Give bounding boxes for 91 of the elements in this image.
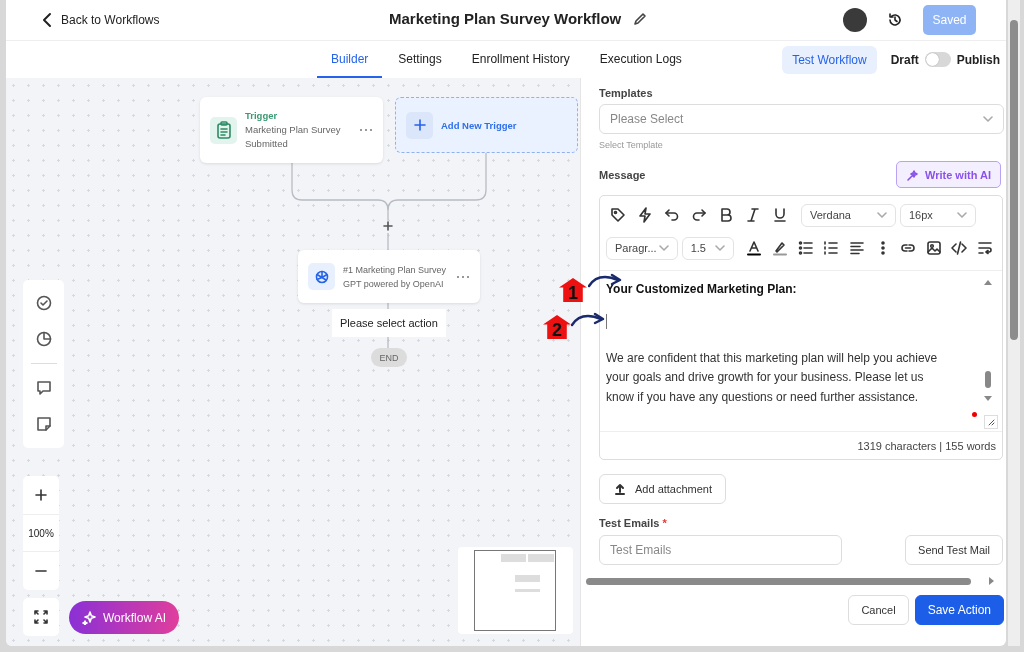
trigger-text: Marketing Plan Survey Submitted (245, 123, 342, 151)
publish-toggle[interactable] (924, 52, 951, 67)
add-trigger-node[interactable]: Add New Trigger (395, 97, 578, 153)
note-icon (35, 416, 52, 432)
undo-icon (663, 207, 680, 223)
pencil-icon (633, 11, 648, 26)
chevron-left-icon (42, 12, 52, 28)
curved-arrow-icon (571, 311, 607, 327)
field-label: Test Emails * (599, 517, 668, 529)
toggle-label: Draft (890, 52, 919, 67)
highlight-icon (771, 240, 788, 256)
up-arrow-icon (983, 279, 993, 285)
more-icon (880, 241, 885, 255)
add-trigger-label: Add New Trigger (441, 119, 517, 131)
field-label: Message (599, 168, 646, 181)
align-icon (848, 240, 865, 256)
plus-icon (383, 221, 393, 231)
trigger-node[interactable]: Trigger Marketing Plan Survey Submitted (200, 97, 383, 163)
chevron-down-icon (983, 116, 993, 122)
line-height-select[interactable]: 1.5 (681, 236, 734, 260)
font-size-select[interactable]: 16px (900, 203, 976, 227)
tab[interactable]: Enrollment History (457, 41, 584, 78)
italic-icon (744, 207, 761, 223)
scrollbar-thumb[interactable] (985, 371, 991, 388)
avatar[interactable] (843, 8, 867, 32)
redo-icon (690, 207, 707, 223)
wrap-icon (977, 240, 994, 256)
comment-icon (35, 380, 52, 396)
action-node[interactable]: #1 Marketing Plan Survey GPT powered by OpenAI (298, 250, 480, 303)
clipboard-icon (215, 121, 232, 139)
test-emails-field[interactable]: Test Emails (599, 535, 842, 565)
workflow-ai-button[interactable]: Workflow AI (69, 601, 179, 634)
pie-chart-icon (35, 331, 52, 347)
magic-wand-icon (906, 167, 920, 182)
status-dot (972, 412, 977, 417)
chevron-down-icon (714, 245, 725, 251)
down-arrow-icon (983, 396, 993, 402)
trigger-label: Trigger (245, 109, 279, 123)
toggle-label: Publish (956, 52, 1000, 67)
chevron-down-icon (877, 212, 887, 218)
resize-icon (987, 418, 995, 426)
cancel-button[interactable]: Cancel (848, 595, 909, 625)
action-subtitle: GPT powered by OpenAI (343, 277, 445, 291)
underline-icon (771, 207, 788, 223)
write-with-ai-button[interactable]: Write with AI (896, 161, 1001, 188)
font-select[interactable]: Verdana (801, 203, 896, 227)
message-paragraph: We are confident that this marketing plan will help you achieve your goals and drive growth for your business. Please let us know if you have any questions or need further assistance. (606, 349, 939, 406)
action-title: #1 Marketing Plan Survey (343, 263, 448, 277)
send-test-mail-button[interactable]: Send Test Mail (905, 535, 1003, 565)
upload-icon (614, 483, 626, 495)
right-arrow-icon (989, 576, 995, 586)
check-circle-icon (35, 295, 52, 311)
code-icon (951, 240, 968, 256)
required-mark: * (662, 517, 667, 529)
text-cursor (606, 313, 607, 329)
more-icon (359, 128, 373, 132)
test-workflow-button[interactable]: Test Workflow (782, 45, 877, 74)
template-select[interactable]: Please Select (599, 104, 1004, 134)
lightning-icon (636, 207, 653, 223)
bullet-list-icon (797, 240, 814, 256)
back-link[interactable]: Back to Workflows (42, 12, 160, 28)
add-attachment-button[interactable]: Add attachment (599, 474, 726, 504)
plus-icon (35, 489, 47, 501)
resize-handle[interactable] (984, 415, 998, 429)
save-action-button[interactable]: Save Action (914, 595, 1004, 625)
fit-view-button[interactable] (23, 598, 59, 636)
minimap[interactable] (458, 547, 573, 634)
message-heading: Your Customized Marketing Plan: (606, 281, 798, 298)
sparkle-icon (81, 610, 96, 625)
end-node: END (371, 348, 407, 367)
more-icon (456, 274, 470, 279)
text-color-icon (746, 240, 763, 256)
tab[interactable]: Settings (384, 41, 456, 78)
scrollbar[interactable] (1008, 0, 1020, 646)
expand-icon (34, 610, 48, 624)
character-count: 1319 characters | 155 words (600, 431, 1002, 459)
zoom-level: 100% (23, 514, 59, 552)
field-hint: Select Template (599, 140, 664, 150)
knot-icon (313, 268, 330, 285)
block-format-select[interactable]: Paragr... (606, 236, 678, 260)
tag-icon (609, 207, 626, 223)
history-icon (887, 12, 903, 28)
field-label: Templates (599, 87, 654, 99)
action-placeholder[interactable]: Please select action (332, 309, 446, 337)
plus-icon (412, 118, 427, 132)
image-icon (925, 240, 942, 256)
chevron-down-icon (957, 212, 967, 218)
tab[interactable]: Execution Logs (585, 41, 696, 78)
numbered-list-icon (823, 240, 840, 256)
workflow-title: Marketing Plan Survey Workflow (389, 10, 622, 27)
chevron-down-icon (658, 245, 669, 251)
